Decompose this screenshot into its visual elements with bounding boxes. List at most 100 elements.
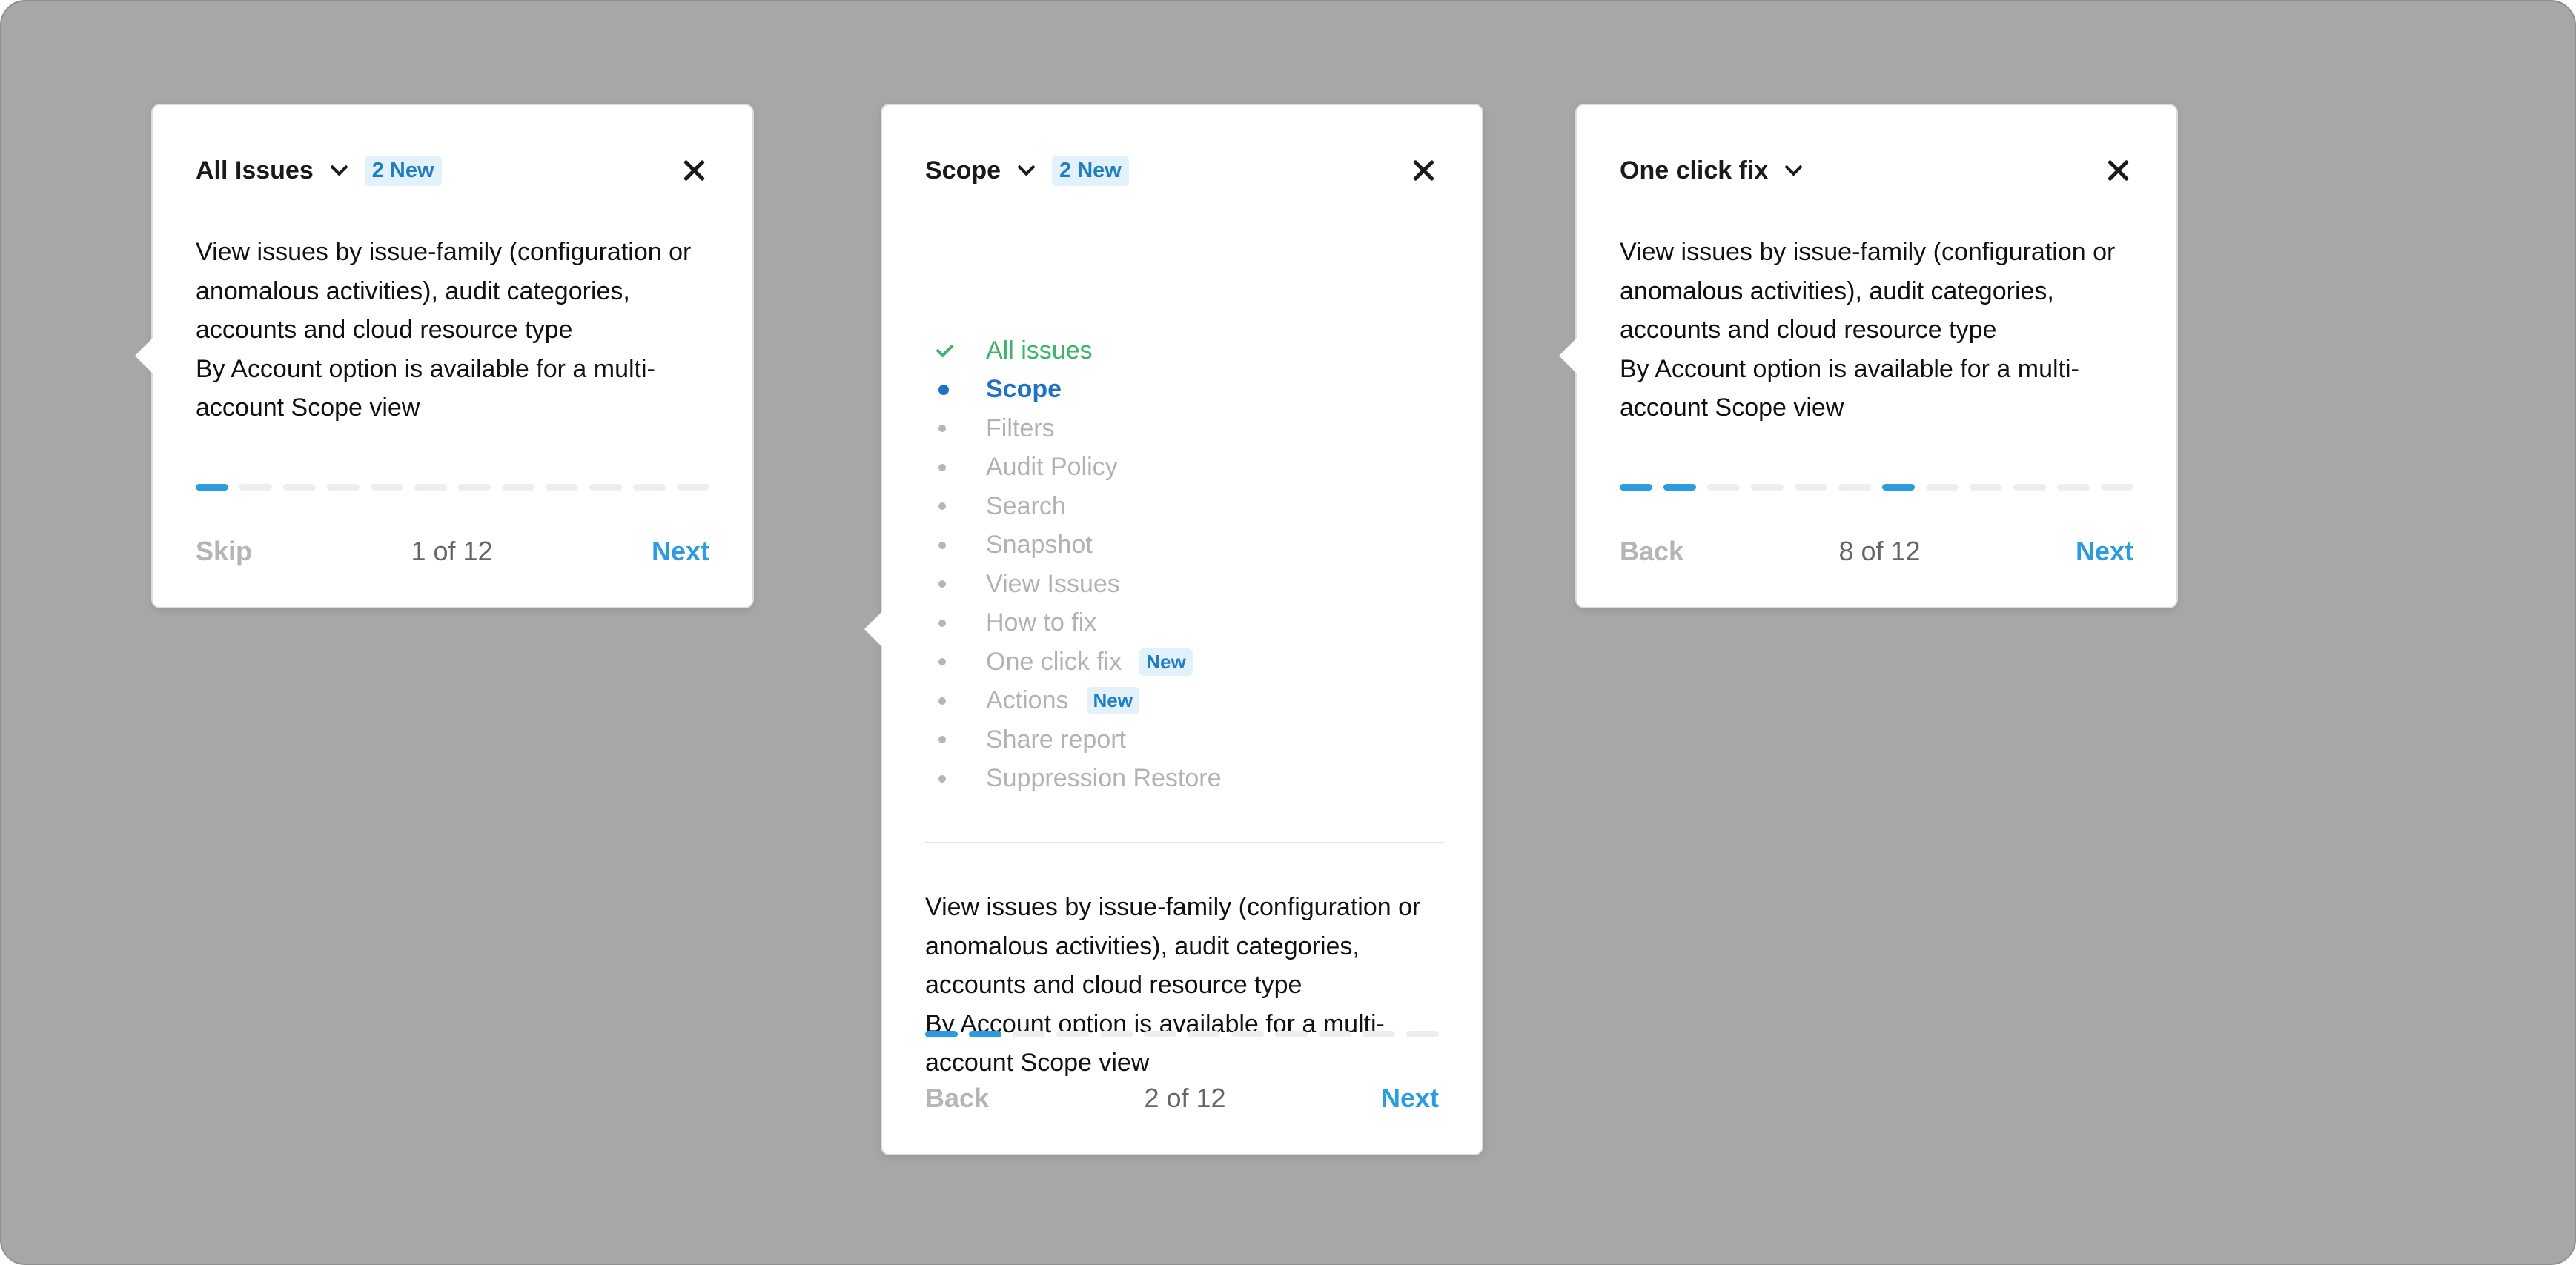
step-marker [925, 425, 986, 433]
next-button[interactable]: Next [1381, 1083, 1439, 1114]
step-label: One click fix [986, 647, 1122, 676]
back-button[interactable]: Back [1620, 536, 1683, 567]
progress-dash [1144, 1031, 1176, 1037]
tour-step-item[interactable]: View Issues [925, 565, 1414, 604]
step-marker [925, 541, 986, 549]
description-line: By Account option is available for a mul… [1620, 354, 2079, 422]
card-title: One click fix [1620, 156, 1769, 185]
description-line: View issues by issue-family (configurati… [925, 893, 1421, 999]
tour-step-list: All issues Scope Filters Audit Policy Search… [925, 331, 1414, 798]
tour-step-item[interactable]: Actions New [925, 682, 1414, 721]
bullet-icon [938, 541, 946, 549]
bullet-icon [938, 697, 946, 705]
progress-dash [1970, 484, 2002, 491]
card-header: All Issues 2 New [196, 148, 709, 193]
card-title: All Issues [196, 156, 314, 185]
progress-dash [502, 484, 534, 491]
step-label: Filters [986, 414, 1055, 442]
progress-dash [1663, 484, 1696, 491]
chevron-down-icon[interactable] [1017, 157, 1036, 176]
card-description: View issues by issue-family (configurati… [196, 233, 715, 428]
step-marker [925, 658, 986, 666]
step-marker [925, 697, 986, 705]
tour-step-item[interactable]: Search [925, 487, 1414, 526]
tour-step-item[interactable]: Share report [925, 720, 1414, 760]
chevron-down-icon[interactable] [330, 157, 348, 176]
progress-dash [414, 484, 447, 491]
close-icon[interactable] [2102, 155, 2133, 186]
step-marker [925, 736, 986, 744]
progress-dash [371, 484, 403, 491]
step-label: Audit Policy [986, 453, 1118, 482]
bullet-icon [938, 619, 946, 627]
step-label: Snapshot [986, 531, 1093, 560]
canvas-background: All Issues 2 New View issues by issue-fa… [0, 0, 2576, 1265]
divider [925, 842, 1445, 843]
progress-dashes [1620, 484, 2133, 491]
description-line: By Account option is available for a mul… [196, 354, 655, 422]
progress-dash [1231, 1031, 1264, 1037]
progress-dash [969, 1031, 1001, 1037]
progress-dash [196, 484, 228, 491]
progress-dash [1319, 1031, 1351, 1037]
new-badge: 2 New [1052, 155, 1129, 186]
progress-dash [1707, 484, 1740, 491]
skip-button[interactable]: Skip [196, 536, 252, 567]
close-icon[interactable] [678, 155, 709, 186]
tour-card-all-issues: All Issues 2 New View issues by issue-fa… [135, 104, 754, 608]
progress-dash [2057, 484, 2090, 491]
progress-dash [327, 484, 360, 491]
step-label: View Issues [986, 569, 1120, 598]
close-icon[interactable] [1408, 155, 1439, 186]
progress-dash [1406, 1031, 1439, 1037]
check-icon [936, 339, 954, 358]
step-counter: 2 of 12 [1144, 1083, 1226, 1113]
back-button[interactable]: Back [925, 1083, 989, 1114]
step-label: Actions [986, 686, 1069, 715]
card-pointer [864, 611, 882, 647]
card-description: View issues by issue-family (configurati… [1620, 233, 2139, 428]
description-line: By Account option is available for a mul… [925, 1009, 1385, 1078]
chevron-down-icon[interactable] [1784, 157, 1803, 176]
bullet-icon [938, 502, 946, 511]
progress-dash [1882, 484, 1915, 491]
step-counter: 1 of 12 [411, 536, 493, 566]
new-badge: New [1139, 648, 1193, 676]
progress-dash [283, 484, 316, 491]
card-description: View issues by issue-family (configurati… [925, 888, 1445, 1083]
tour-step-item[interactable]: One click fix New [925, 643, 1414, 682]
bullet-icon [938, 774, 946, 783]
bullet-icon [938, 580, 946, 588]
step-marker [925, 384, 986, 395]
progress-dash [1926, 484, 1959, 491]
step-label: How to fix [986, 608, 1097, 637]
step-counter: 8 of 12 [1838, 536, 1921, 566]
tour-step-item[interactable]: Scope [925, 371, 1414, 410]
progress-dash [633, 484, 666, 491]
next-button[interactable]: Next [652, 536, 709, 567]
description-line: View issues by issue-family (configurati… [196, 238, 692, 344]
tour-step-item[interactable]: Suppression Restore [925, 760, 1414, 799]
tour-step-item[interactable]: How to fix [925, 604, 1414, 643]
progress-dash [677, 484, 709, 491]
step-marker [925, 580, 986, 588]
tour-step-item[interactable]: Snapshot [925, 526, 1414, 565]
progress-dash [239, 484, 272, 491]
step-label: Suppression Restore [986, 764, 1222, 793]
progress-dash [1620, 484, 1652, 491]
step-label: Search [986, 491, 1066, 520]
progress-dash [1056, 1031, 1089, 1037]
progress-dash [1013, 1031, 1045, 1037]
step-marker [925, 619, 986, 627]
bullet-icon [938, 658, 946, 666]
tour-card-one-click-fix: One click fix View issues by issue-famil… [1559, 104, 2178, 608]
tour-step-item[interactable]: All issues [925, 331, 1414, 371]
tour-step-item[interactable]: Filters [925, 409, 1414, 448]
card-title: Scope [925, 156, 1001, 185]
progress-dash [1363, 1031, 1395, 1037]
tour-step-item[interactable]: Audit Policy [925, 448, 1414, 488]
progress-dash [2013, 484, 2046, 491]
next-button[interactable]: Next [2076, 536, 2133, 567]
step-label: Share report [986, 725, 1126, 754]
card-header: One click fix [1620, 148, 2133, 193]
